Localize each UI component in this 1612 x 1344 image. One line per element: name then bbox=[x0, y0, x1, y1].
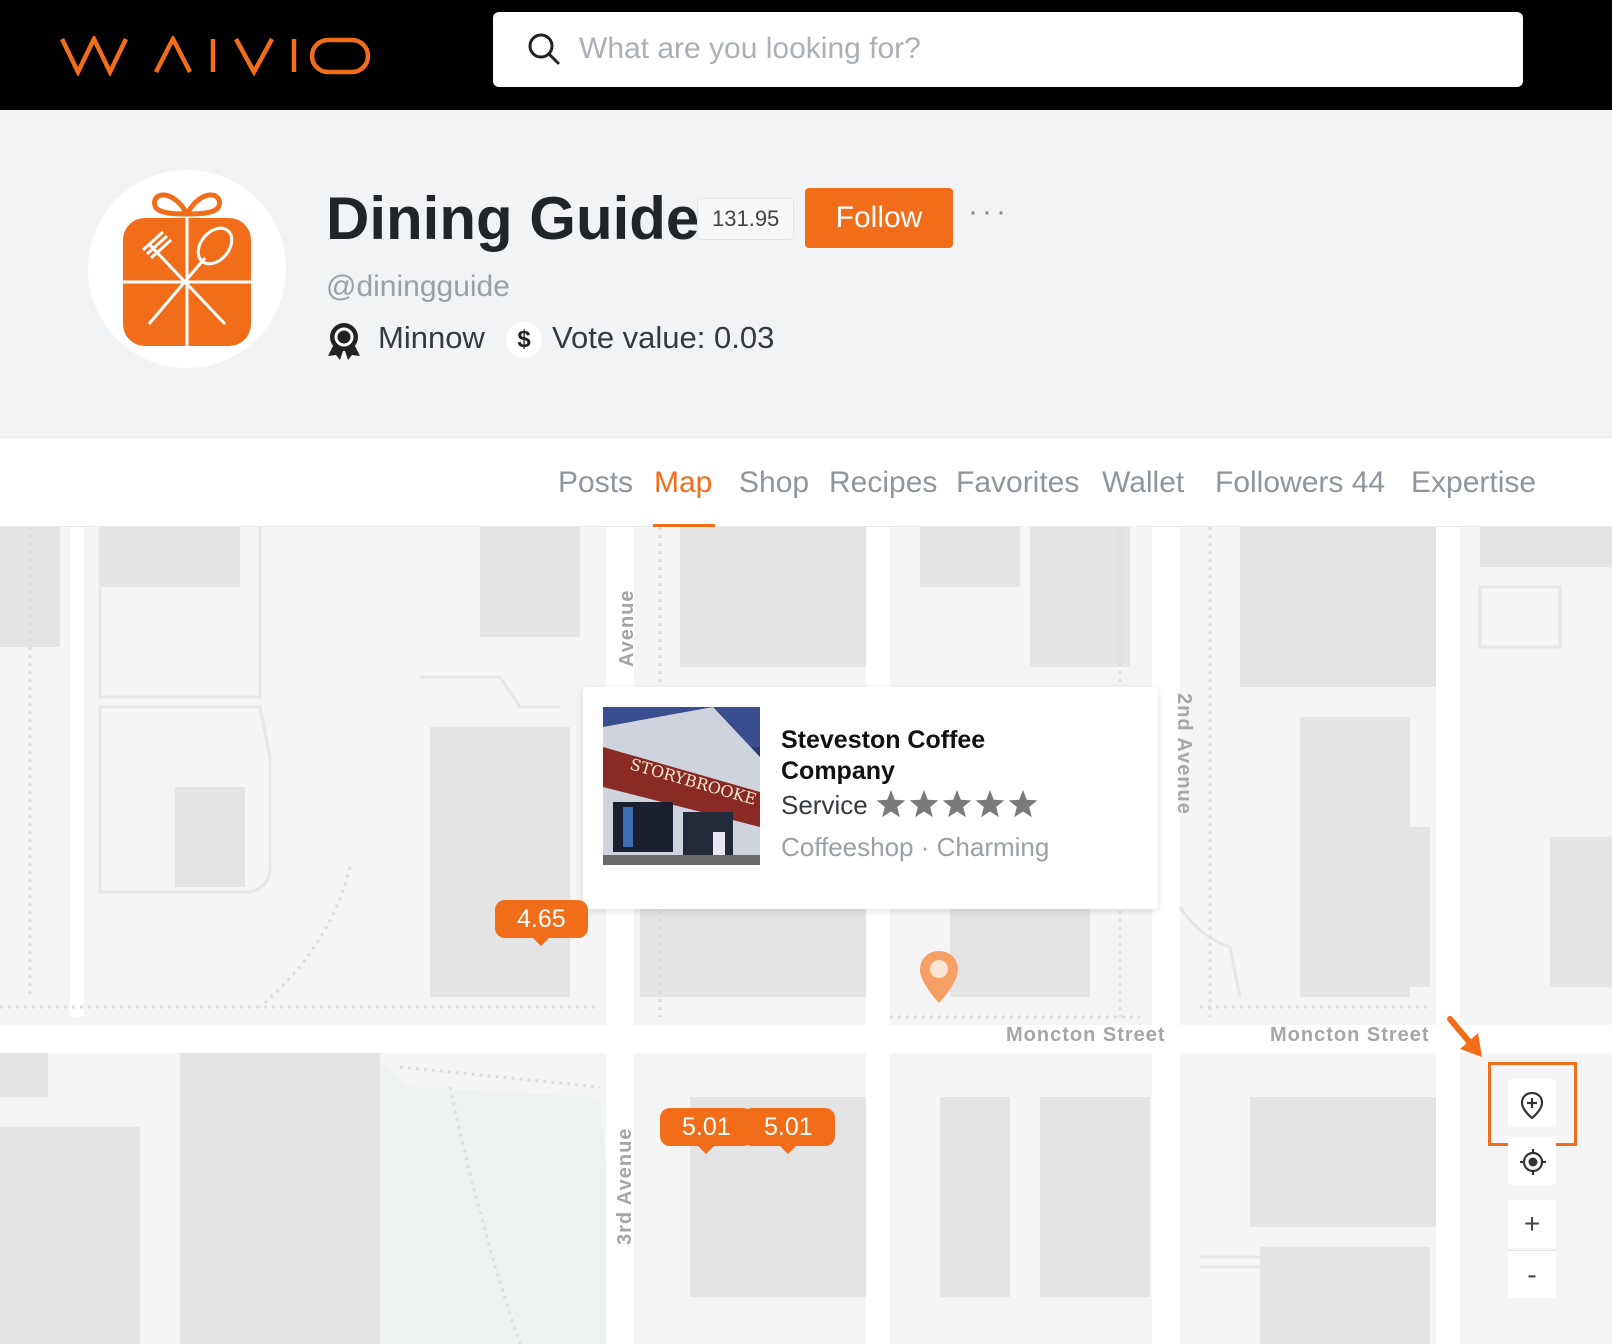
tab-recipes[interactable]: Recipes bbox=[829, 466, 937, 500]
top-bar bbox=[0, 0, 1612, 110]
profile-header: Dining Guide 131.95 Follow ··· @dininggu… bbox=[0, 110, 1612, 437]
place-name[interactable]: Steveston Coffee Company bbox=[781, 725, 1081, 787]
map-pin-plus-icon bbox=[1520, 1091, 1544, 1119]
tab-posts[interactable]: Posts bbox=[558, 466, 633, 500]
map-marker[interactable]: 5.01 bbox=[660, 1108, 753, 1154]
follow-button[interactable]: Follow bbox=[805, 188, 953, 248]
tab-wallet[interactable]: Wallet bbox=[1102, 466, 1184, 500]
tab-expertise[interactable]: Expertise bbox=[1411, 466, 1536, 500]
rating-label: Service bbox=[781, 790, 868, 820]
star-icon bbox=[942, 790, 972, 818]
rank-label: Minnow bbox=[378, 320, 485, 355]
annotation-arrow-icon bbox=[1447, 1016, 1482, 1057]
gift-fork-spoon-icon bbox=[123, 192, 251, 346]
tab-shop[interactable]: Shop bbox=[739, 466, 809, 500]
map-marker[interactable]: 5.01 bbox=[742, 1108, 835, 1154]
place-popup-card[interactable]: STORYBROOKE Steveston Coffee Company Ser… bbox=[583, 687, 1158, 909]
street-label-moncton-1: Moncton Street bbox=[1006, 1024, 1166, 1046]
reputation-badge: 131.95 bbox=[697, 198, 795, 240]
street-label-avenue: Avenue bbox=[616, 589, 638, 667]
search-input[interactable] bbox=[579, 24, 1479, 74]
award-icon bbox=[328, 323, 360, 360]
star-icon bbox=[1008, 790, 1038, 818]
tab-map[interactable]: Map bbox=[654, 466, 712, 500]
star-icon bbox=[909, 790, 939, 818]
map-marker[interactable]: 4.65 bbox=[495, 900, 588, 946]
locate-me-button[interactable] bbox=[1508, 1137, 1556, 1185]
vote-value: Vote value: 0.03 bbox=[552, 320, 775, 355]
zoom-in-button[interactable]: + bbox=[1508, 1200, 1556, 1248]
map-view[interactable]: Moncton Street Moncton Street Avenue 2nd… bbox=[0, 527, 1612, 1344]
map-background bbox=[0, 527, 1612, 1344]
avatar[interactable] bbox=[88, 170, 286, 368]
star-icon bbox=[876, 790, 906, 818]
storefront-photo[interactable]: STORYBROOKE bbox=[603, 707, 760, 865]
user-handle: @diningguide bbox=[326, 270, 510, 303]
locate-icon bbox=[1520, 1149, 1546, 1175]
street-label-2nd-avenue: 2nd Avenue bbox=[1173, 693, 1195, 815]
location-pin-icon[interactable] bbox=[918, 949, 960, 1005]
waivio-logo[interactable] bbox=[60, 36, 372, 76]
place-tags: Coffeeshop · Charming bbox=[781, 832, 1050, 862]
street-label-moncton-2: Moncton Street bbox=[1270, 1024, 1430, 1046]
star-icon bbox=[975, 790, 1005, 818]
search-icon bbox=[528, 33, 560, 65]
page-title: Dining Guide bbox=[326, 185, 700, 252]
more-options-button[interactable]: ··· bbox=[968, 197, 1010, 227]
profile-tabs: Posts Map Shop Recipes Favorites Wallet … bbox=[0, 437, 1612, 528]
rating-stars bbox=[876, 790, 1038, 818]
zoom-out-button[interactable]: - bbox=[1508, 1250, 1556, 1298]
tab-followers[interactable]: Followers 44 bbox=[1215, 466, 1385, 500]
tab-favorites[interactable]: Favorites bbox=[956, 466, 1079, 500]
search-bar[interactable] bbox=[493, 12, 1523, 87]
dollar-icon: $ bbox=[506, 322, 542, 358]
add-place-button[interactable] bbox=[1508, 1079, 1556, 1127]
street-label-3rd-avenue: 3rd Avenue bbox=[614, 1127, 636, 1245]
